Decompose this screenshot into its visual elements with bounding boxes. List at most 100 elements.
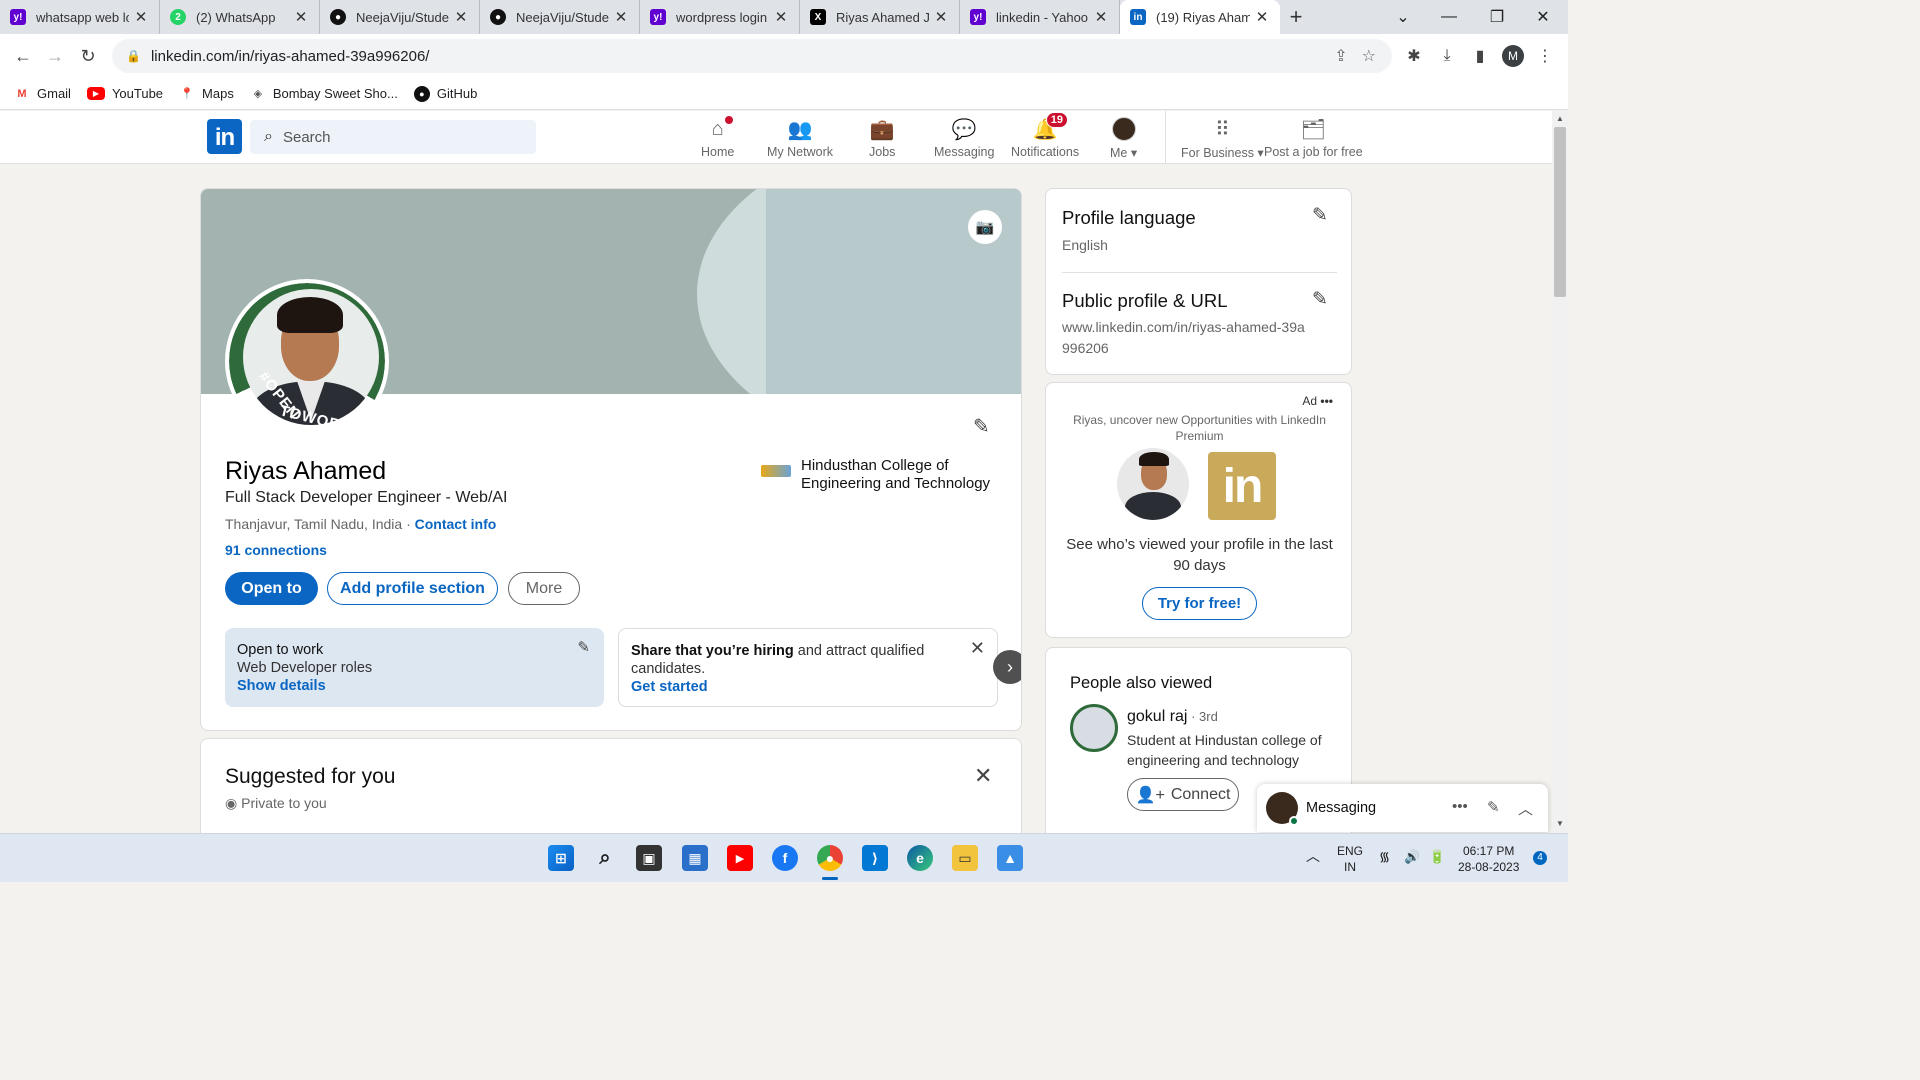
photos-icon[interactable]: ▲	[997, 845, 1023, 871]
forward-button[interactable]: →	[38, 39, 72, 73]
nav-jobs[interactable]: 💼 Jobs	[869, 117, 895, 160]
browser-tab[interactable]: y! linkedin - Yahoo ✕	[960, 0, 1120, 34]
close-icon[interactable]: ✕	[974, 763, 992, 789]
star-icon[interactable]: ☆	[1362, 46, 1376, 66]
connect-button[interactable]: 👤+ Connect	[1127, 778, 1239, 811]
nav-for-business[interactable]: ⠿ For Business ▾	[1181, 117, 1264, 161]
edit-language-pencil-icon[interactable]: ✎	[1312, 204, 1328, 227]
profile-photo[interactable]: #OPEN TOWORK	[225, 279, 389, 443]
close-window-button[interactable]: ✕	[1520, 0, 1566, 34]
add-profile-section-button[interactable]: Add profile section	[327, 572, 498, 605]
close-icon[interactable]: ✕	[453, 8, 469, 26]
pencil-icon[interactable]: ✎	[577, 639, 590, 657]
vscode-icon[interactable]: ⟩	[862, 845, 888, 871]
post-job-icon: 🗂	[1300, 118, 1327, 141]
wifi-icon[interactable]: ᯾	[1379, 849, 1390, 865]
close-icon[interactable]: ✕	[613, 8, 629, 26]
close-icon[interactable]: ✕	[970, 639, 985, 657]
tab-title: Riyas Ahamed J (	[836, 9, 929, 25]
connections-link[interactable]: 91 connections	[225, 542, 327, 558]
browser-tab[interactable]: y! wordpress login - ✕	[640, 0, 800, 34]
person-avatar[interactable]	[1070, 704, 1118, 752]
bookmark-gmail[interactable]: M Gmail	[14, 86, 71, 102]
browser-tab[interactable]: X Riyas Ahamed J ( ✕	[800, 0, 960, 34]
show-details-link[interactable]: Show details	[237, 678, 326, 694]
person-name[interactable]: gokul raj · 3rd	[1127, 708, 1218, 726]
edit-intro-pencil-icon[interactable]: ✎	[973, 414, 990, 439]
windows-start-icon[interactable]: ⊞	[548, 845, 574, 871]
close-icon[interactable]: ✕	[933, 8, 949, 26]
new-tab-button[interactable]: +	[1280, 0, 1312, 34]
language-indicator[interactable]: ENG IN	[1337, 843, 1363, 875]
chevron-up-icon[interactable]: ︿	[1306, 848, 1320, 864]
nav-label: Messaging	[934, 145, 995, 159]
scroll-up-icon[interactable]: ▲	[1556, 114, 1564, 123]
compose-icon[interactable]: ✎	[1487, 798, 1500, 816]
youtube-icon[interactable]: ▶	[727, 845, 753, 871]
back-button[interactable]: ←	[6, 39, 40, 73]
minimize-button[interactable]: —	[1426, 0, 1472, 34]
browser-tab[interactable]: 2 (2) WhatsApp ✕	[160, 0, 320, 34]
nav-me[interactable]: Me ▾	[1110, 117, 1137, 160]
close-icon[interactable]: ✕	[133, 8, 149, 26]
browser-profile-avatar[interactable]: M	[1502, 45, 1524, 67]
chevron-up-icon[interactable]: ︿	[1518, 798, 1533, 819]
linkedin-logo[interactable]: in	[207, 119, 242, 154]
chevron-right-icon[interactable]: ›	[993, 650, 1021, 684]
education-item[interactable]: Hindusthan College of Engineering and Te…	[761, 457, 991, 493]
close-icon[interactable]: ✕	[773, 8, 789, 26]
nav-notifications[interactable]: 🔔 19 Notifications	[1011, 112, 1079, 159]
bookmark-youtube[interactable]: ▶ YouTube	[86, 86, 163, 101]
facebook-icon[interactable]: f	[772, 845, 798, 871]
close-icon[interactable]: ✕	[1093, 8, 1109, 26]
close-icon[interactable]: ✕	[293, 8, 309, 26]
clock[interactable]: 06:17 PM 28-08-2023	[1458, 843, 1519, 875]
try-for-free-button[interactable]: Try for free!	[1142, 587, 1257, 620]
search-input[interactable]: ⌕ Search	[250, 120, 536, 154]
browser-tab[interactable]: ● NeejaViju/Studen ✕	[320, 0, 480, 34]
search-icon: ⌕	[264, 128, 273, 145]
edge-icon[interactable]: e	[907, 845, 933, 871]
scroll-down-icon[interactable]: ▼	[1556, 819, 1564, 828]
contact-info-link[interactable]: Contact info	[415, 516, 497, 532]
task-view-icon[interactable]: ▣	[636, 845, 662, 871]
nav-post-job[interactable]: 🗂 Post a job for free	[1264, 117, 1363, 160]
share-icon[interactable]: ⇪	[1334, 46, 1347, 66]
nav-messaging[interactable]: 💬 Messaging	[934, 117, 995, 160]
scroll-thumb[interactable]	[1554, 127, 1566, 297]
search-icon[interactable]: ⌕	[592, 845, 618, 871]
bookmark-maps[interactable]: 📍 Maps	[179, 86, 234, 102]
volume-icon[interactable]: 🔊	[1404, 849, 1420, 865]
page-scrollbar[interactable]: ▲ ▼	[1552, 111, 1568, 833]
battery-icon[interactable]: 🔋	[1429, 849, 1445, 865]
close-icon[interactable]: ✕	[1254, 8, 1270, 26]
camera-icon[interactable]: 📷	[968, 210, 1002, 244]
file-explorer-icon[interactable]: ▭	[952, 845, 978, 871]
more-options-icon[interactable]: •••	[1452, 798, 1468, 815]
edit-url-pencil-icon[interactable]: ✎	[1312, 288, 1328, 311]
nav-home[interactable]: ⌂ Home	[701, 114, 735, 159]
browser-tab[interactable]: y! whatsapp web log ✕	[0, 0, 160, 34]
browser-tab-active[interactable]: in (19) Riyas Ahame ✕	[1120, 0, 1280, 34]
maximize-button[interactable]: ❐	[1474, 0, 1520, 34]
url-input[interactable]: 🔒 linkedin.com/in/riyas-ahamed-39a996206…	[112, 39, 1392, 73]
store-icon[interactable]: ▦	[682, 845, 708, 871]
extensions-icon[interactable]: ✱	[1401, 43, 1427, 69]
open-to-button[interactable]: Open to	[225, 572, 318, 605]
more-options-icon[interactable]: •••	[1320, 394, 1333, 408]
side-panel-icon[interactable]: ▮	[1467, 43, 1493, 69]
bookmark-github[interactable]: ● GitHub	[413, 85, 477, 102]
browser-tab[interactable]: ● NeejaViju/Studen ✕	[480, 0, 640, 34]
chrome-icon[interactable]: ●	[817, 845, 843, 871]
messaging-overlay-bar[interactable]: Messaging ••• ✎ ︿	[1257, 784, 1548, 832]
more-button[interactable]: More	[508, 572, 580, 605]
bookmark-bombay-sweet[interactable]: ◈ Bombay Sweet Sho...	[250, 86, 398, 102]
reload-button[interactable]: ↻	[71, 39, 105, 73]
download-icon[interactable]: ⤓	[1434, 43, 1460, 69]
nav-my-network[interactable]: 👥 My Network	[767, 117, 833, 160]
menu-icon[interactable]: ⋮	[1532, 43, 1558, 69]
tab-search-icon[interactable]: ⌄	[1380, 0, 1426, 34]
me-avatar	[1111, 117, 1137, 141]
notification-count-badge[interactable]: 4	[1533, 851, 1547, 865]
get-started-link[interactable]: Get started	[631, 679, 708, 695]
